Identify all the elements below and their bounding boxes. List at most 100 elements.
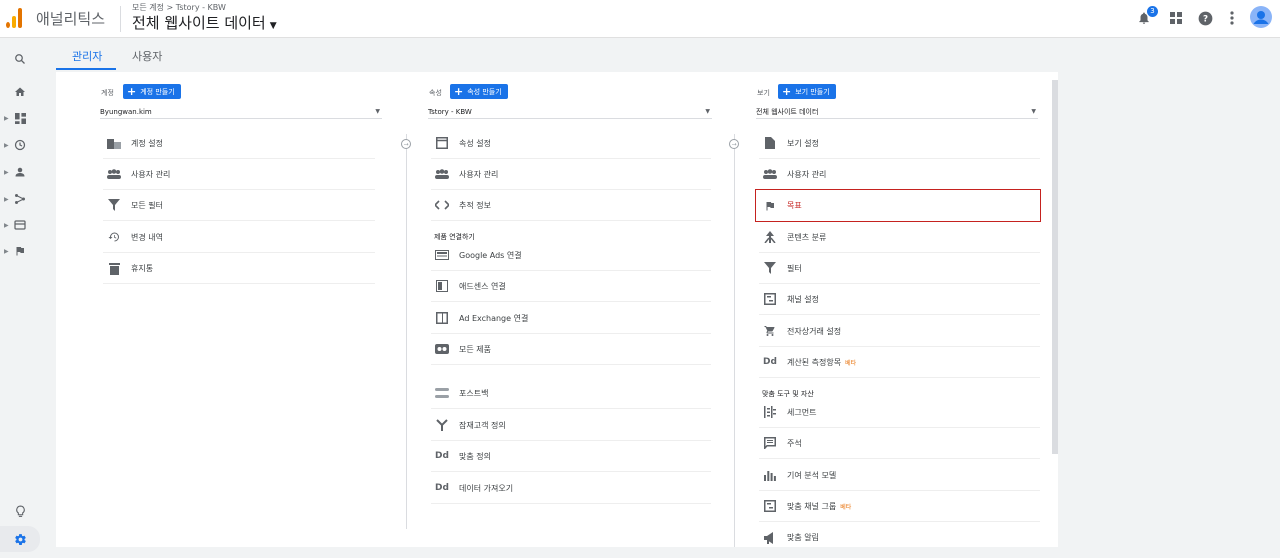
view-user-management-item[interactable]: 사용자 관리 [759, 159, 1040, 190]
item-label: 계산된 측정항목 [787, 357, 842, 367]
document-icon [763, 136, 777, 150]
ecommerce-settings-item[interactable]: 전자상거래 설정 [759, 316, 1040, 347]
annotations-item[interactable]: 주석 [759, 428, 1040, 459]
item-label: 추적 정보 [459, 200, 491, 210]
help-icon[interactable]: ? [1196, 9, 1214, 27]
ad-exchange-link-item[interactable]: Ad Exchange 연결 [431, 303, 711, 334]
active-tab-indicator [56, 68, 116, 70]
channel-settings-item[interactable]: 채널 설정 [759, 284, 1040, 315]
admin-gear-icon[interactable] [0, 526, 40, 552]
create-property-label: 속성 만들기 [467, 87, 502, 96]
expand-arrow-icon: ▶ [4, 168, 9, 176]
scrollbar[interactable] [1052, 80, 1058, 454]
lightbulb-icon[interactable] [0, 500, 40, 522]
building-icon [107, 136, 121, 150]
beta-badge: 베타 [845, 359, 857, 367]
person-icon [15, 167, 25, 177]
item-label: 보기 설정 [787, 138, 819, 148]
account-history-item[interactable]: 변경 내역 [103, 222, 375, 253]
account-user-management-item[interactable]: 사용자 관리 [103, 159, 375, 190]
tab-user[interactable]: 사용자 [132, 48, 162, 64]
item-label: Ad Exchange 연결 [459, 313, 529, 323]
avatar[interactable] [1250, 6, 1272, 28]
item-label: Google Ads 연결 [459, 250, 522, 260]
beta-badge: 베타 [840, 503, 852, 511]
goals-item[interactable]: 목표 [755, 189, 1041, 222]
flag-icon [16, 247, 24, 256]
segments-item[interactable]: 세그먼트 [759, 397, 1040, 428]
adexchange-icon [435, 311, 449, 325]
dd-icon: Dd [763, 357, 777, 367]
people-icon [763, 167, 777, 181]
create-account-button[interactable]: + 계정 만들기 [123, 84, 181, 99]
audience-nav[interactable]: ▶ [0, 161, 40, 183]
customization-nav[interactable]: ▶ [0, 107, 40, 129]
expand-arrow-icon: ▶ [4, 141, 9, 149]
search-icon[interactable] [0, 48, 40, 70]
apps-grid-icon[interactable] [1167, 9, 1185, 27]
item-label: 채널 설정 [787, 294, 819, 304]
property-dropdown[interactable]: Tstory - KBW ▼ [428, 105, 712, 119]
item-label: 애드센스 연결 [459, 281, 506, 291]
custom-alerts-item[interactable]: 맞춤 알림 [759, 522, 1040, 547]
account-trash-item[interactable]: 휴지통 [103, 253, 375, 284]
view-selector[interactable]: 전체 웹사이트 데이터 ▼ [132, 12, 277, 33]
create-view-label: 보기 만들기 [795, 87, 830, 96]
analytics-logo[interactable] [6, 8, 24, 28]
caret-down-icon: ▼ [375, 108, 380, 115]
column-divider [406, 134, 407, 529]
account-all-filters-item[interactable]: 모든 필터 [103, 190, 375, 221]
item-label: 모든 제품 [459, 344, 491, 354]
property-tracking-info-item[interactable]: 추적 정보 [431, 190, 711, 221]
item-label: 계정 설정 [131, 138, 163, 148]
left-nav: ▶ ▶ ▶ ▶ ▶ ▶ [0, 38, 40, 558]
expand-arrow-icon: ▶ [4, 247, 9, 255]
postback-item[interactable]: 포스트백 [431, 378, 711, 409]
account-settings-item[interactable]: 계정 설정 [103, 128, 375, 159]
acquisition-nav[interactable]: ▶ [0, 188, 40, 210]
conversions-nav[interactable]: ▶ [0, 240, 40, 262]
content-grouping-item[interactable]: 콘텐츠 분류 [759, 222, 1040, 253]
app-name: 애널리틱스 [36, 10, 106, 28]
top-bar: 애널리틱스 모든 계정 > Tstory - KBW 전체 웹사이트 데이터 ▼ … [0, 0, 1280, 38]
item-label: 포스트백 [459, 388, 489, 398]
trash-icon [107, 261, 121, 275]
view-selected: 전체 웹사이트 데이터 [756, 107, 819, 116]
adsense-link-item[interactable]: 애드센스 연결 [431, 271, 711, 302]
account-dropdown[interactable]: Byungwan.kim ▼ [100, 105, 382, 119]
google-ads-link-item[interactable]: Google Ads 연결 [431, 240, 711, 271]
audience-definitions-item[interactable]: 잠재고객 정의 [431, 410, 711, 441]
create-property-button[interactable]: + 속성 만들기 [450, 84, 508, 99]
plus-icon: + [127, 85, 137, 98]
home-icon[interactable] [0, 81, 40, 103]
item-label: 목표 [787, 201, 802, 210]
admin-panel: 계정 + 계정 만들기 Byungwan.kim ▼ 계정 설정 사용자 관리 모든… [56, 72, 1058, 547]
people-icon [107, 167, 121, 181]
realtime-nav[interactable]: ▶ [0, 134, 40, 156]
account-heading: 계정 [101, 89, 114, 97]
custom-channel-groupings-item[interactable]: 맞춤 채널 그룹 베타 [759, 491, 1040, 522]
expand-arrow-icon: ▶ [4, 195, 9, 203]
item-label: 필터 [787, 263, 802, 273]
property-user-management-item[interactable]: 사용자 관리 [431, 159, 711, 190]
tab-admin[interactable]: 관리자 [72, 48, 102, 64]
filter-icon [107, 198, 121, 212]
calculated-metrics-item[interactable]: Dd 계산된 측정항목 베타 [759, 347, 1040, 378]
behavior-nav[interactable]: ▶ [0, 214, 40, 236]
property-settings-item[interactable]: 속성 설정 [431, 128, 711, 159]
link-icon [435, 342, 449, 356]
create-view-button[interactable]: + 보기 만들기 [778, 84, 836, 99]
item-label: 데이터 가져오기 [459, 483, 514, 493]
more-vert-icon[interactable] [1223, 9, 1241, 27]
caret-down-icon: ▼ [1031, 108, 1036, 115]
view-title: 전체 웹사이트 데이터 [132, 14, 266, 32]
cart-icon [763, 324, 777, 338]
attribution-models-item[interactable]: 기여 분석 모델 [759, 460, 1040, 491]
data-import-item[interactable]: Dd 데이터 가져오기 [431, 473, 711, 504]
view-dropdown[interactable]: 전체 웹사이트 데이터 ▼ [756, 105, 1038, 119]
view-filters-item[interactable]: 필터 [759, 253, 1040, 284]
all-products-item[interactable]: 모든 제품 [431, 334, 711, 365]
view-settings-item[interactable]: 보기 설정 [759, 128, 1040, 159]
custom-definitions-item[interactable]: Dd 맞춤 정의 [431, 441, 711, 472]
dd-icon: Dd [435, 483, 449, 493]
